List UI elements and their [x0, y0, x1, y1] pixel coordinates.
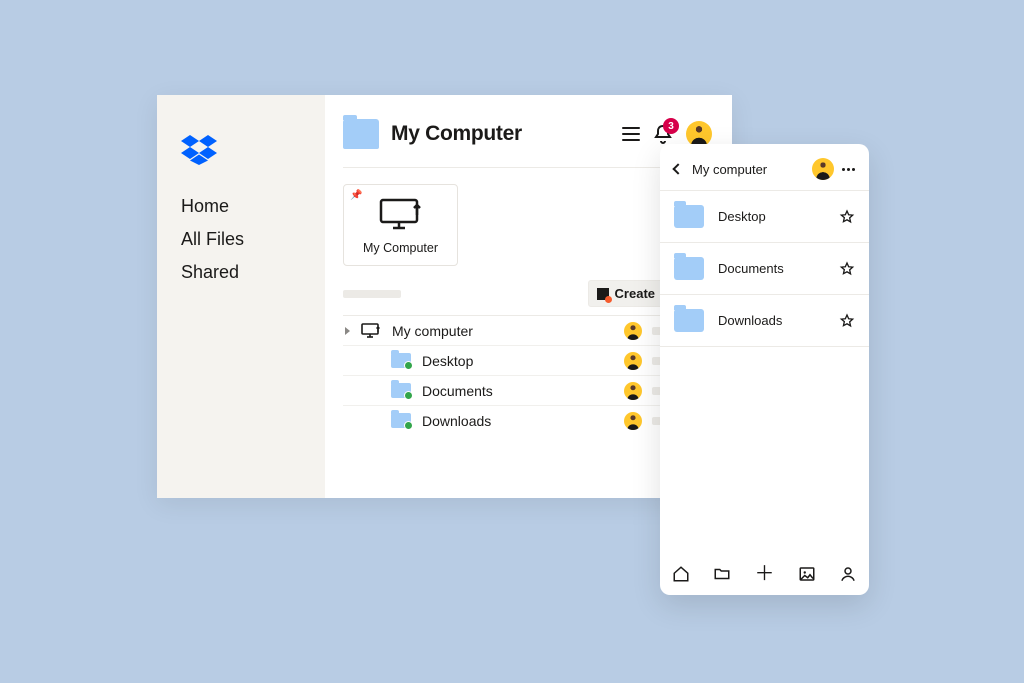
folder-synced-icon [391, 383, 411, 398]
device-card-label: My Computer [363, 241, 438, 255]
desktop-window: Home All Files Shared My Computer 3 📌 [157, 95, 732, 498]
file-row-desktop[interactable]: Desktop [343, 345, 712, 375]
file-row-name: Downloads [422, 413, 614, 429]
computer-icon [360, 323, 382, 339]
mobile-header: My computer [660, 144, 869, 190]
plus-icon[interactable]: ＋ [754, 564, 774, 584]
star-icon[interactable] [839, 209, 855, 225]
star-icon[interactable] [839, 261, 855, 277]
dropbox-logo-icon [181, 135, 301, 165]
mobile-row-desktop[interactable]: Desktop [660, 190, 869, 243]
folder-synced-icon [391, 413, 411, 428]
toolbar: Create [343, 266, 712, 315]
sidebar-nav: Home All Files Shared [181, 193, 301, 286]
file-row-my-computer[interactable]: My computer [343, 315, 712, 345]
device-section: 📌 My Computer [343, 168, 712, 266]
file-list: My computer Desktop Documents Downloads [343, 315, 712, 435]
menu-icon[interactable] [622, 127, 640, 141]
notifications-icon[interactable]: 3 [654, 124, 672, 144]
sidebar-item-shared[interactable]: Shared [181, 259, 301, 286]
photo-icon[interactable] [798, 565, 816, 583]
sidebar-item-all-files[interactable]: All Files [181, 226, 301, 253]
mobile-row-name: Downloads [718, 313, 825, 328]
owner-avatar [624, 322, 642, 340]
header: My Computer 3 [343, 119, 712, 168]
device-card-my-computer[interactable]: 📌 My Computer [343, 184, 458, 266]
page-title: My Computer [391, 122, 610, 146]
owner-avatar [624, 382, 642, 400]
shared-folder-icon [343, 119, 379, 149]
folder-synced-icon [391, 353, 411, 368]
star-icon[interactable] [839, 313, 855, 329]
sidebar-item-home[interactable]: Home [181, 193, 301, 220]
sidebar: Home All Files Shared [157, 95, 325, 498]
owner-avatar [624, 352, 642, 370]
avatar[interactable] [812, 158, 834, 180]
file-row-name: Desktop [422, 353, 614, 369]
folder-icon [674, 205, 704, 228]
mobile-title: My computer [692, 162, 804, 177]
file-row-name: My computer [392, 323, 614, 339]
folder-icon [674, 309, 704, 332]
file-row-name: Documents [422, 383, 614, 399]
expand-arrow-icon[interactable] [345, 327, 350, 335]
pin-icon: 📌 [350, 190, 362, 201]
mobile-tabbar: ＋ [660, 553, 869, 595]
owner-avatar [624, 412, 642, 430]
notification-badge: 3 [663, 118, 679, 134]
create-button-label: Create [615, 286, 655, 301]
placeholder-bar [343, 290, 401, 298]
mobile-row-downloads[interactable]: Downloads [660, 295, 869, 347]
mobile-file-list: Desktop Documents Downloads [660, 190, 869, 553]
more-icon[interactable] [842, 168, 855, 171]
mobile-row-name: Documents [718, 261, 825, 276]
create-icon [597, 288, 609, 300]
mobile-row-documents[interactable]: Documents [660, 243, 869, 295]
file-row-documents[interactable]: Documents [343, 375, 712, 405]
account-icon[interactable] [839, 565, 857, 583]
home-icon[interactable] [672, 565, 690, 583]
file-row-downloads[interactable]: Downloads [343, 405, 712, 435]
mobile-row-name: Desktop [718, 209, 825, 224]
back-icon[interactable] [672, 163, 683, 174]
folder-icon [674, 257, 704, 280]
folder-icon[interactable] [713, 565, 731, 583]
mobile-screen: My computer Desktop Documents Downloads … [660, 144, 869, 595]
